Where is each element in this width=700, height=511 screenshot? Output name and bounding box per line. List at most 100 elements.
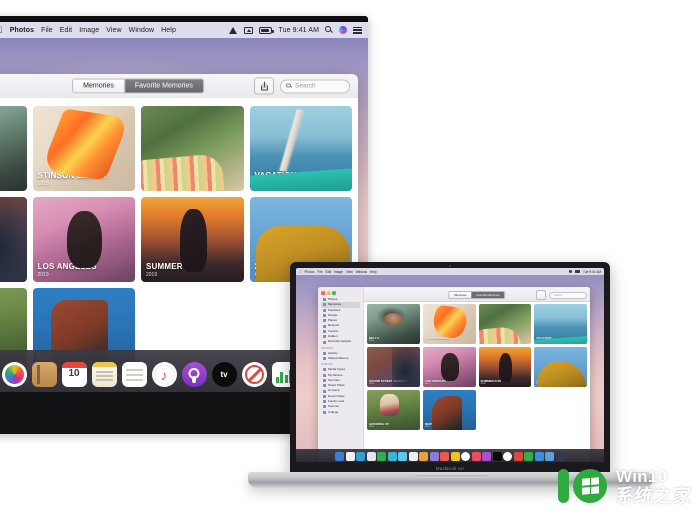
laptop-dock-icon[interactable] (398, 451, 408, 461)
share-button[interactable] (536, 290, 546, 300)
menu-help[interactable]: Help (161, 27, 176, 34)
laptop-dock-icon[interactable] (482, 451, 492, 461)
memory-card[interactable]: ANNIVERSARY April 4 (534, 347, 587, 387)
sidebar-item-recents[interactable]: Recents (321, 323, 360, 328)
laptop-search-input[interactable]: Search (549, 291, 587, 299)
memory-card[interactable]: LOS ANGELES 2019 (422, 347, 476, 387)
laptop-dock-icon[interactable] (345, 451, 355, 461)
airplay-icon[interactable] (244, 26, 254, 34)
laptop-dock-icon[interactable] (408, 451, 418, 461)
laptop-dock-icon[interactable] (450, 451, 460, 461)
sidebar-item-college[interactable]: College (321, 410, 360, 415)
laptop-menu-help[interactable]: Help (370, 270, 377, 274)
zoom-button[interactable] (332, 291, 336, 295)
sidebar-item-memories[interactable]: Memories (321, 302, 360, 308)
sidebar-item-icon (323, 357, 326, 361)
dock-icon-notes[interactable] (91, 362, 117, 387)
laptop-dock-icon[interactable] (534, 451, 544, 461)
battery-icon[interactable] (575, 270, 581, 273)
memory-card[interactable]: SUMMER FUN 2019 (478, 347, 532, 387)
laptop-menu-image[interactable]: Image (334, 270, 343, 274)
dock-icon-photos[interactable] (1, 362, 27, 387)
laptop-dock-icon[interactable] (419, 451, 429, 461)
memory-card[interactable]: VACATION 2019 (534, 304, 587, 344)
share-button[interactable] (254, 77, 274, 95)
memory-card[interactable]: SUMMER FUN 2019 (141, 197, 244, 282)
tab-favorite-memories[interactable]: Favorite Memories (123, 79, 203, 93)
memory-card[interactable]: VACATION 2019 (249, 106, 352, 191)
siri-icon[interactable] (339, 26, 347, 34)
menu-edit[interactable]: Edit (60, 27, 72, 34)
menubar-clock[interactable]: Tue 9:41 AM (278, 27, 319, 34)
tab-memories[interactable]: Memories (73, 79, 124, 93)
apple-logo-icon[interactable]:  (299, 270, 301, 274)
wifi-icon[interactable] (229, 26, 238, 34)
sidebar-item-shared-albums[interactable]: Shared Albums (321, 356, 360, 361)
wifi-icon[interactable] (569, 270, 573, 273)
memory-card[interactable]: BELLA2019 (0, 106, 27, 191)
search-icon[interactable] (325, 26, 333, 34)
memory-card[interactable]: BELLA2019 (367, 304, 420, 344)
laptop-dock-icon[interactable] (503, 451, 513, 461)
memory-card[interactable]: FAMILY DINNER 2019 (141, 106, 244, 191)
memory-card[interactable]: LOS ANGELES 2019 (32, 197, 135, 282)
sidebar-item-at-home[interactable]: At Home (321, 388, 360, 393)
memory-caption: VACATION 2019 (536, 336, 585, 342)
laptop-dock-icon[interactable] (461, 451, 471, 461)
memory-card[interactable]: NEW YORK CITY2019 (422, 390, 476, 430)
menu-bar:  Photos File Edit Image View Window Hel… (0, 22, 368, 38)
laptop-menu-photos[interactable]: Photos (304, 270, 314, 274)
laptop-menu-view[interactable]: View (346, 270, 353, 274)
dock-icon-calendar[interactable]: 10 (61, 362, 87, 387)
laptop-dock-icon[interactable] (335, 451, 345, 461)
laptop-dock-icon[interactable] (524, 451, 534, 461)
dock-icon-music[interactable] (151, 362, 177, 387)
dock-icon-contacts[interactable] (31, 362, 57, 387)
laptop-dock-icon[interactable] (387, 451, 397, 461)
dock-icon-reminders[interactable] (121, 362, 147, 387)
memory-card[interactable]: GRAND STREET MARKET 2019 (367, 347, 420, 387)
laptop-dock-icon[interactable] (366, 451, 376, 461)
laptop-tab-memories[interactable]: Memories (449, 291, 472, 298)
laptop-dock-icon[interactable] (492, 451, 502, 461)
menu-image[interactable]: Image (79, 27, 99, 34)
laptop-dock-icon[interactable] (513, 451, 523, 461)
search-input[interactable]: Search (280, 79, 350, 93)
dock-icon-podcasts[interactable] (181, 362, 207, 387)
menu-photos[interactable]: Photos (10, 27, 34, 34)
menu-window[interactable]: Window (129, 27, 155, 34)
laptop-menu-window[interactable]: Window (356, 270, 367, 274)
laptop-dock-icon[interactable] (377, 451, 387, 461)
dock-icon-apple-tv[interactable] (211, 362, 237, 387)
watermark-line2: 系统之家 (616, 485, 692, 506)
laptop-dock-icon[interactable] (429, 451, 439, 461)
battery-icon[interactable] (259, 26, 274, 34)
laptop-dock-icon[interactable] (545, 451, 555, 461)
memory-card[interactable]: STINSON BEACH 2019 (422, 304, 476, 344)
memory-card[interactable]: FAMILY DINNER 2019 (478, 304, 532, 344)
model-label: MacBook Air (435, 465, 465, 471)
laptop-dock-icon[interactable] (356, 451, 366, 461)
control-center-icon[interactable] (353, 26, 362, 34)
laptop-menu-file[interactable]: File (317, 270, 322, 274)
minimize-button[interactable] (326, 291, 330, 295)
sidebar-item-label: My Albums (328, 372, 343, 377)
sidebar-item-summer[interactable]: Summer (321, 404, 360, 409)
menu-file[interactable]: File (41, 27, 53, 34)
memory-card[interactable]: GRANDI STREET MARKET2019 (0, 197, 27, 282)
close-button[interactable] (321, 291, 325, 295)
sidebar-item-media-types[interactable]: Media Types (321, 367, 360, 372)
scene-root:  Photos File Edit Image View Window Hel… (0, 0, 700, 511)
memory-card[interactable]: STINSON BEACH 2019 (32, 106, 135, 191)
laptop-dock-icon[interactable] (440, 451, 450, 461)
memory-title: FAMILY DINNER (146, 170, 210, 180)
menu-view[interactable]: View (106, 27, 121, 34)
laptop-tab-favorite-memories[interactable]: Favorite Memories (471, 291, 505, 298)
laptop-menu-edit[interactable]: Edit (325, 270, 331, 274)
memory-card[interactable]: GROWING UP2019 (367, 390, 420, 430)
laptop-clock[interactable]: Tue 9:41 AM (583, 270, 601, 274)
sidebar-item-recently-deleted[interactable]: Recently Deleted (321, 339, 360, 344)
apple-logo-icon[interactable]:  (0, 25, 3, 35)
laptop-dock-icon[interactable] (471, 451, 481, 461)
laptop-dock-icon[interactable] (555, 451, 565, 461)
